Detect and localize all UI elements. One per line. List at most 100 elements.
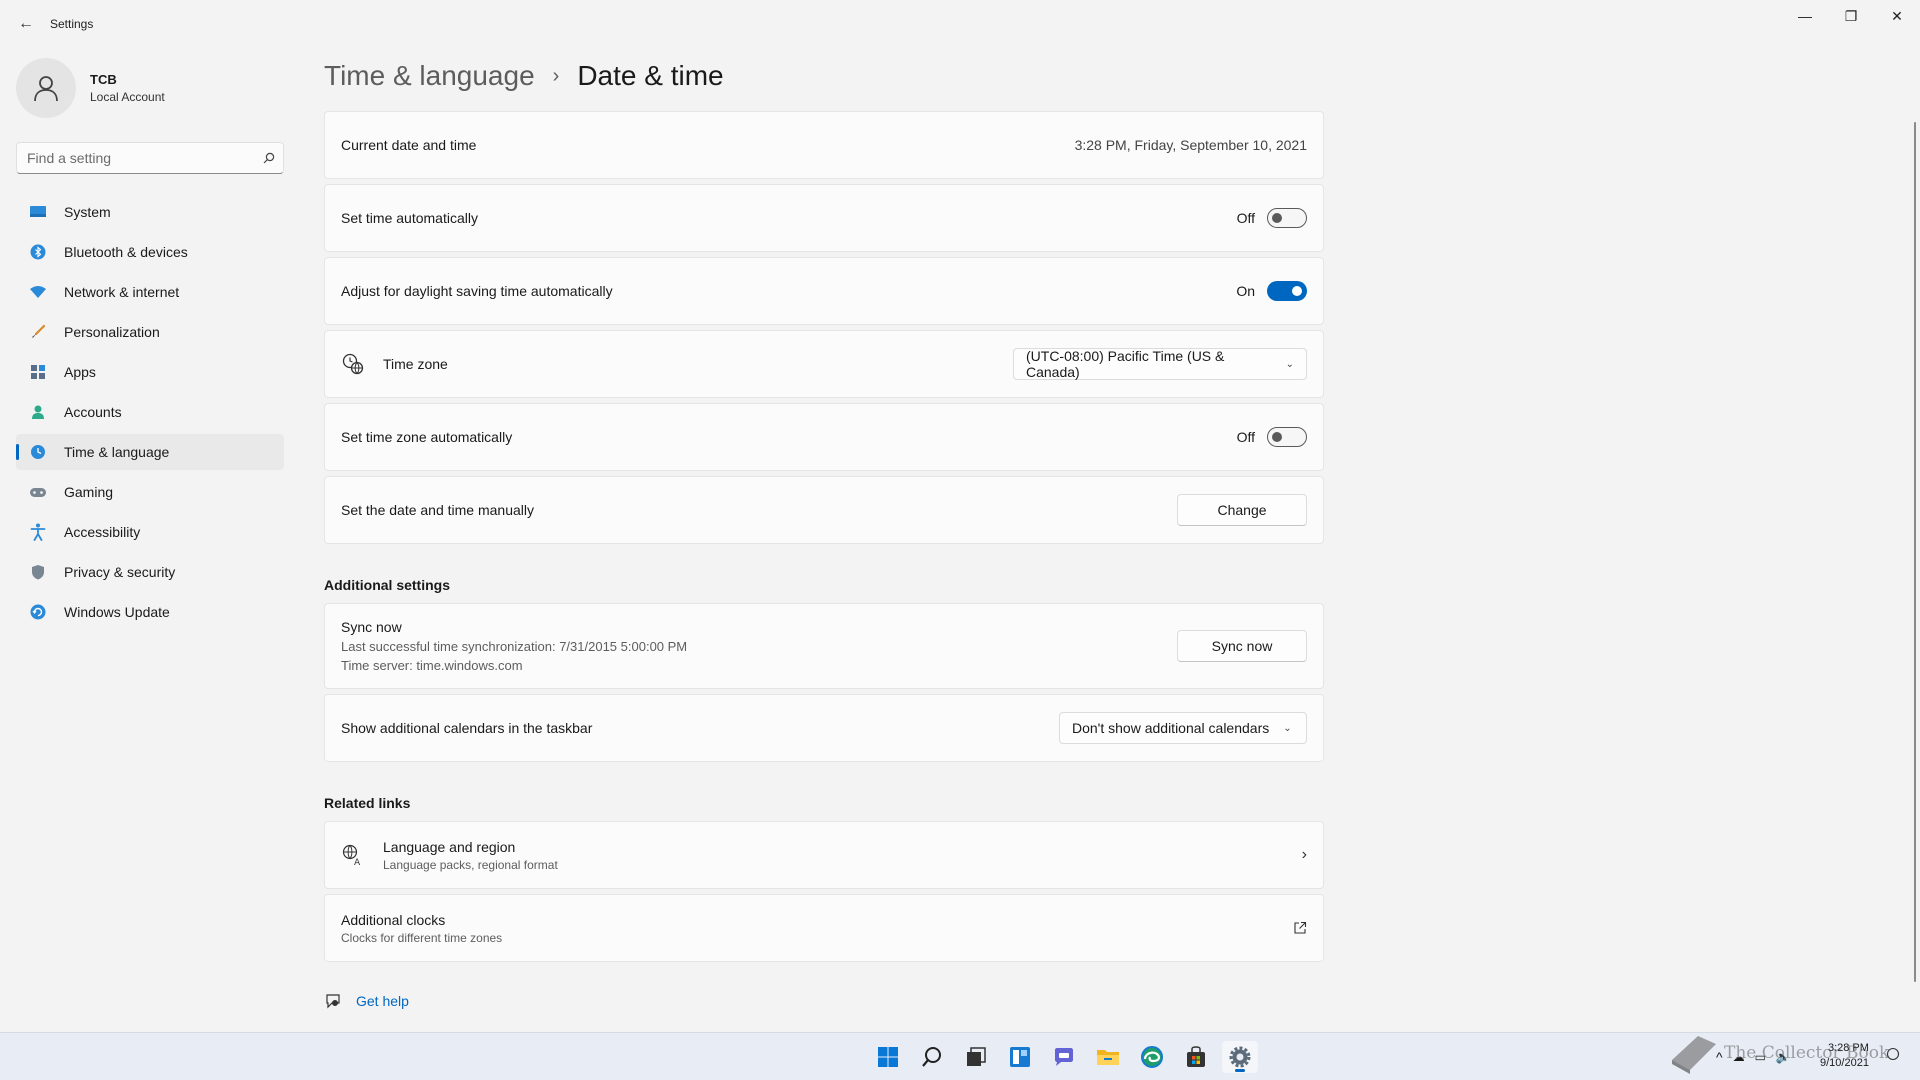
sidebar-item-label: Windows Update [64, 604, 170, 620]
search-icon[interactable] [914, 1041, 950, 1073]
additional-clocks-sub: Clocks for different time zones [341, 930, 503, 945]
sidebar-item-apps[interactable]: Apps [16, 354, 284, 390]
brush-icon [28, 322, 48, 342]
calendars-dropdown[interactable]: Don't show additional calendars ⌄ [1059, 712, 1307, 744]
get-help-link[interactable]: Get help [356, 993, 409, 1009]
sidebar-item-label: Bluetooth & devices [64, 244, 188, 260]
time-server-text: Time server: time.windows.com [341, 658, 523, 673]
sidebar-item-label: Network & internet [64, 284, 180, 300]
daylight-saving-toggle[interactable] [1267, 281, 1307, 301]
current-datetime-value: 3:28 PM, Friday, September 10, 2021 [1074, 137, 1307, 153]
sidebar-item-label: Personalization [64, 324, 160, 340]
sidebar-item-label: System [64, 204, 111, 220]
time-zone-dropdown[interactable]: (UTC-08:00) Pacific Time (US & Canada) ⌄ [1013, 348, 1307, 380]
external-link-icon [1294, 921, 1307, 934]
shield-icon [28, 562, 48, 582]
title-bar: ← Settings — ❐ ✕ [0, 0, 1920, 48]
windows-start-icon[interactable] [870, 1041, 906, 1073]
sidebar-item-accessibility[interactable]: Accessibility [16, 514, 284, 550]
back-button[interactable]: ← [14, 12, 38, 36]
page-title: Date & time [577, 60, 724, 91]
get-help-row[interactable]: Get help [324, 992, 409, 1010]
close-button[interactable]: ✕ [1874, 0, 1920, 32]
sidebar-item-system[interactable]: System [16, 194, 284, 230]
change-button[interactable]: Change [1177, 494, 1307, 526]
set-manual-label: Set the date and time manually [341, 502, 535, 518]
sidebar-item-windows-update[interactable]: Windows Update [16, 594, 284, 630]
edge-icon[interactable] [1134, 1041, 1170, 1073]
avatar [16, 58, 76, 118]
widgets-icon[interactable] [1002, 1041, 1038, 1073]
scrollbar[interactable] [1914, 122, 1916, 982]
sidebar-item-label: Time & language [64, 444, 170, 460]
search-input[interactable] [17, 150, 255, 166]
set-timezone-auto-label: Set time zone automatically [341, 429, 513, 445]
sync-label: Sync now [341, 619, 402, 635]
sync-now-button[interactable]: Sync now [1177, 630, 1307, 662]
minimize-icon: — [1798, 8, 1812, 24]
user-profile[interactable]: TCB Local Account [16, 56, 165, 120]
last-sync-text: Last successful time synchronization: 7/… [341, 639, 688, 654]
person-icon [34, 76, 58, 102]
set-time-auto-state: Off [1236, 210, 1255, 226]
additional-clocks-link[interactable]: Additional clocks Clocks for different t… [324, 894, 1324, 962]
sidebar-item-personalization[interactable]: Personalization [16, 314, 284, 350]
profile-name: TCB [90, 72, 117, 87]
set-time-auto-card: Set time automatically Off [324, 184, 1324, 252]
time-zone-value: (UTC-08:00) Pacific Time (US & Canada) [1026, 348, 1225, 380]
minimize-button[interactable]: — [1782, 0, 1828, 32]
calendars-value: Don't show additional calendars [1072, 720, 1270, 736]
help-icon [326, 994, 340, 1009]
sidebar-item-accounts[interactable]: Accounts [16, 394, 284, 430]
maximize-button[interactable]: ❐ [1828, 0, 1874, 32]
related-links-heading: Related links [324, 795, 411, 811]
sidebar-item-gaming[interactable]: Gaming [16, 474, 284, 510]
current-datetime-label: Current date and time [341, 137, 477, 153]
sidebar-nav: System Bluetooth & devices Network & int… [16, 194, 284, 634]
close-icon: ✕ [1891, 7, 1903, 24]
chat-icon[interactable] [1046, 1041, 1082, 1073]
search-icon[interactable] [255, 152, 283, 164]
person-icon [28, 402, 48, 422]
file-explorer-icon[interactable] [1090, 1041, 1126, 1073]
chevron-right-icon: › [1301, 846, 1307, 863]
settings-icon[interactable] [1222, 1041, 1258, 1073]
task-view-icon[interactable] [958, 1041, 994, 1073]
set-timezone-auto-state: Off [1236, 429, 1255, 445]
sidebar-item-privacy[interactable]: Privacy & security [16, 554, 284, 590]
wifi-icon [28, 282, 48, 302]
breadcrumb-chevron-icon: › [552, 64, 560, 87]
accessibility-icon [28, 522, 48, 542]
monitor-icon [28, 202, 48, 222]
store-icon[interactable] [1178, 1041, 1214, 1073]
watermark-text: The Collector Book [1724, 1043, 1890, 1063]
update-icon [28, 602, 48, 622]
time-zone-card: Time zone (UTC-08:00) Pacific Time (US &… [324, 330, 1324, 398]
calendars-label: Show additional calendars in the taskbar [341, 720, 593, 736]
chevron-down-icon: ⌄ [1285, 358, 1294, 370]
sidebar-item-bluetooth[interactable]: Bluetooth & devices [16, 234, 284, 270]
globe-clock-icon [341, 352, 365, 376]
back-arrow-icon: ← [18, 15, 34, 32]
book-logo-icon [1672, 1036, 1716, 1074]
additional-clocks-label: Additional clocks [341, 911, 446, 928]
language-region-label: Language and region [383, 838, 516, 855]
calendars-card: Show additional calendars in the taskbar… [324, 694, 1324, 762]
daylight-saving-state: On [1236, 283, 1255, 299]
set-timezone-auto-toggle[interactable] [1267, 427, 1307, 447]
breadcrumb-parent[interactable]: Time & language [324, 60, 535, 92]
chevron-down-icon: ⌄ [1283, 722, 1292, 734]
sync-card: Sync now Last successful time synchroniz… [324, 603, 1324, 689]
sidebar-item-label: Privacy & security [64, 564, 176, 580]
search-box [16, 142, 284, 174]
daylight-saving-card: Adjust for daylight saving time automati… [324, 257, 1324, 325]
set-time-auto-toggle[interactable] [1267, 208, 1307, 228]
language-region-link[interactable]: A Language and region Language packs, re… [324, 821, 1324, 889]
watermark: The Collector Book [1668, 1030, 1889, 1076]
sidebar-item-time-language[interactable]: Time & language [16, 434, 284, 470]
sidebar-item-label: Accessibility [64, 524, 141, 540]
sidebar-item-network[interactable]: Network & internet [16, 274, 284, 310]
set-time-auto-label: Set time automatically [341, 210, 478, 226]
set-timezone-auto-card: Set time zone automatically Off [324, 403, 1324, 471]
window-title: Settings [50, 17, 94, 31]
